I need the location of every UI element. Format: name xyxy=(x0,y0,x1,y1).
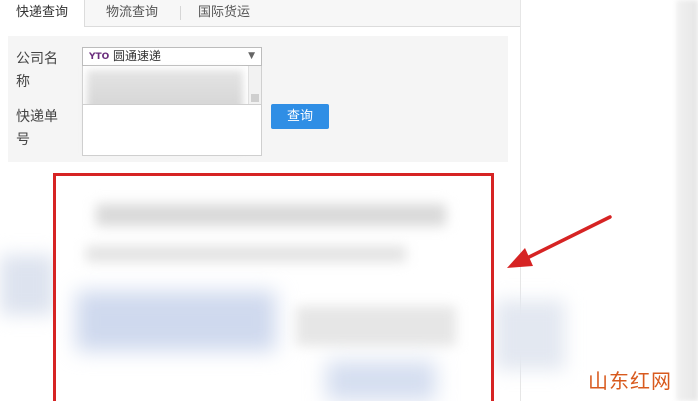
blurred-result-line xyxy=(86,246,406,262)
tab-divider xyxy=(180,6,181,20)
tab-express-query[interactable]: 快递查询 xyxy=(0,0,85,27)
site-watermark: 山东红网 xyxy=(588,369,672,393)
courier-company-select[interactable]: YTO 圆通速递 ▼ xyxy=(82,47,262,66)
tracking-number-label: 快递单号 xyxy=(16,109,58,148)
company-name-label: 公司名称 xyxy=(16,51,58,90)
tracking-number-input[interactable] xyxy=(82,104,262,156)
blurred-result-block xyxy=(326,361,436,401)
tab-bar: 快递查询 物流查询 国际货运 xyxy=(0,0,520,27)
query-button[interactable]: 查询 xyxy=(271,104,329,129)
tab-logistics-query[interactable]: 物流查询 xyxy=(90,0,174,26)
scrollbar-thumb[interactable] xyxy=(251,94,259,102)
screenshot-stage: 快递查询 物流查询 国际货运 公司名称 YTO 圆通速递 ▼ 快递单号 查询 山… xyxy=(0,0,698,401)
blurred-background-left xyxy=(0,255,55,315)
right-edge-strip xyxy=(676,0,698,401)
yto-logo-icon: YTO xyxy=(89,52,110,62)
blurred-result-line xyxy=(96,204,446,226)
blurred-result-block xyxy=(76,291,276,351)
chevron-down-icon: ▼ xyxy=(248,51,255,61)
blurred-result-block xyxy=(296,306,456,346)
tab-international-freight[interactable]: 国际货运 xyxy=(182,0,266,26)
red-arrow-icon xyxy=(507,215,612,268)
query-result-highlight xyxy=(53,173,494,401)
blurred-background-right xyxy=(495,300,565,370)
selected-company-text: 圆通速递 xyxy=(113,49,162,63)
